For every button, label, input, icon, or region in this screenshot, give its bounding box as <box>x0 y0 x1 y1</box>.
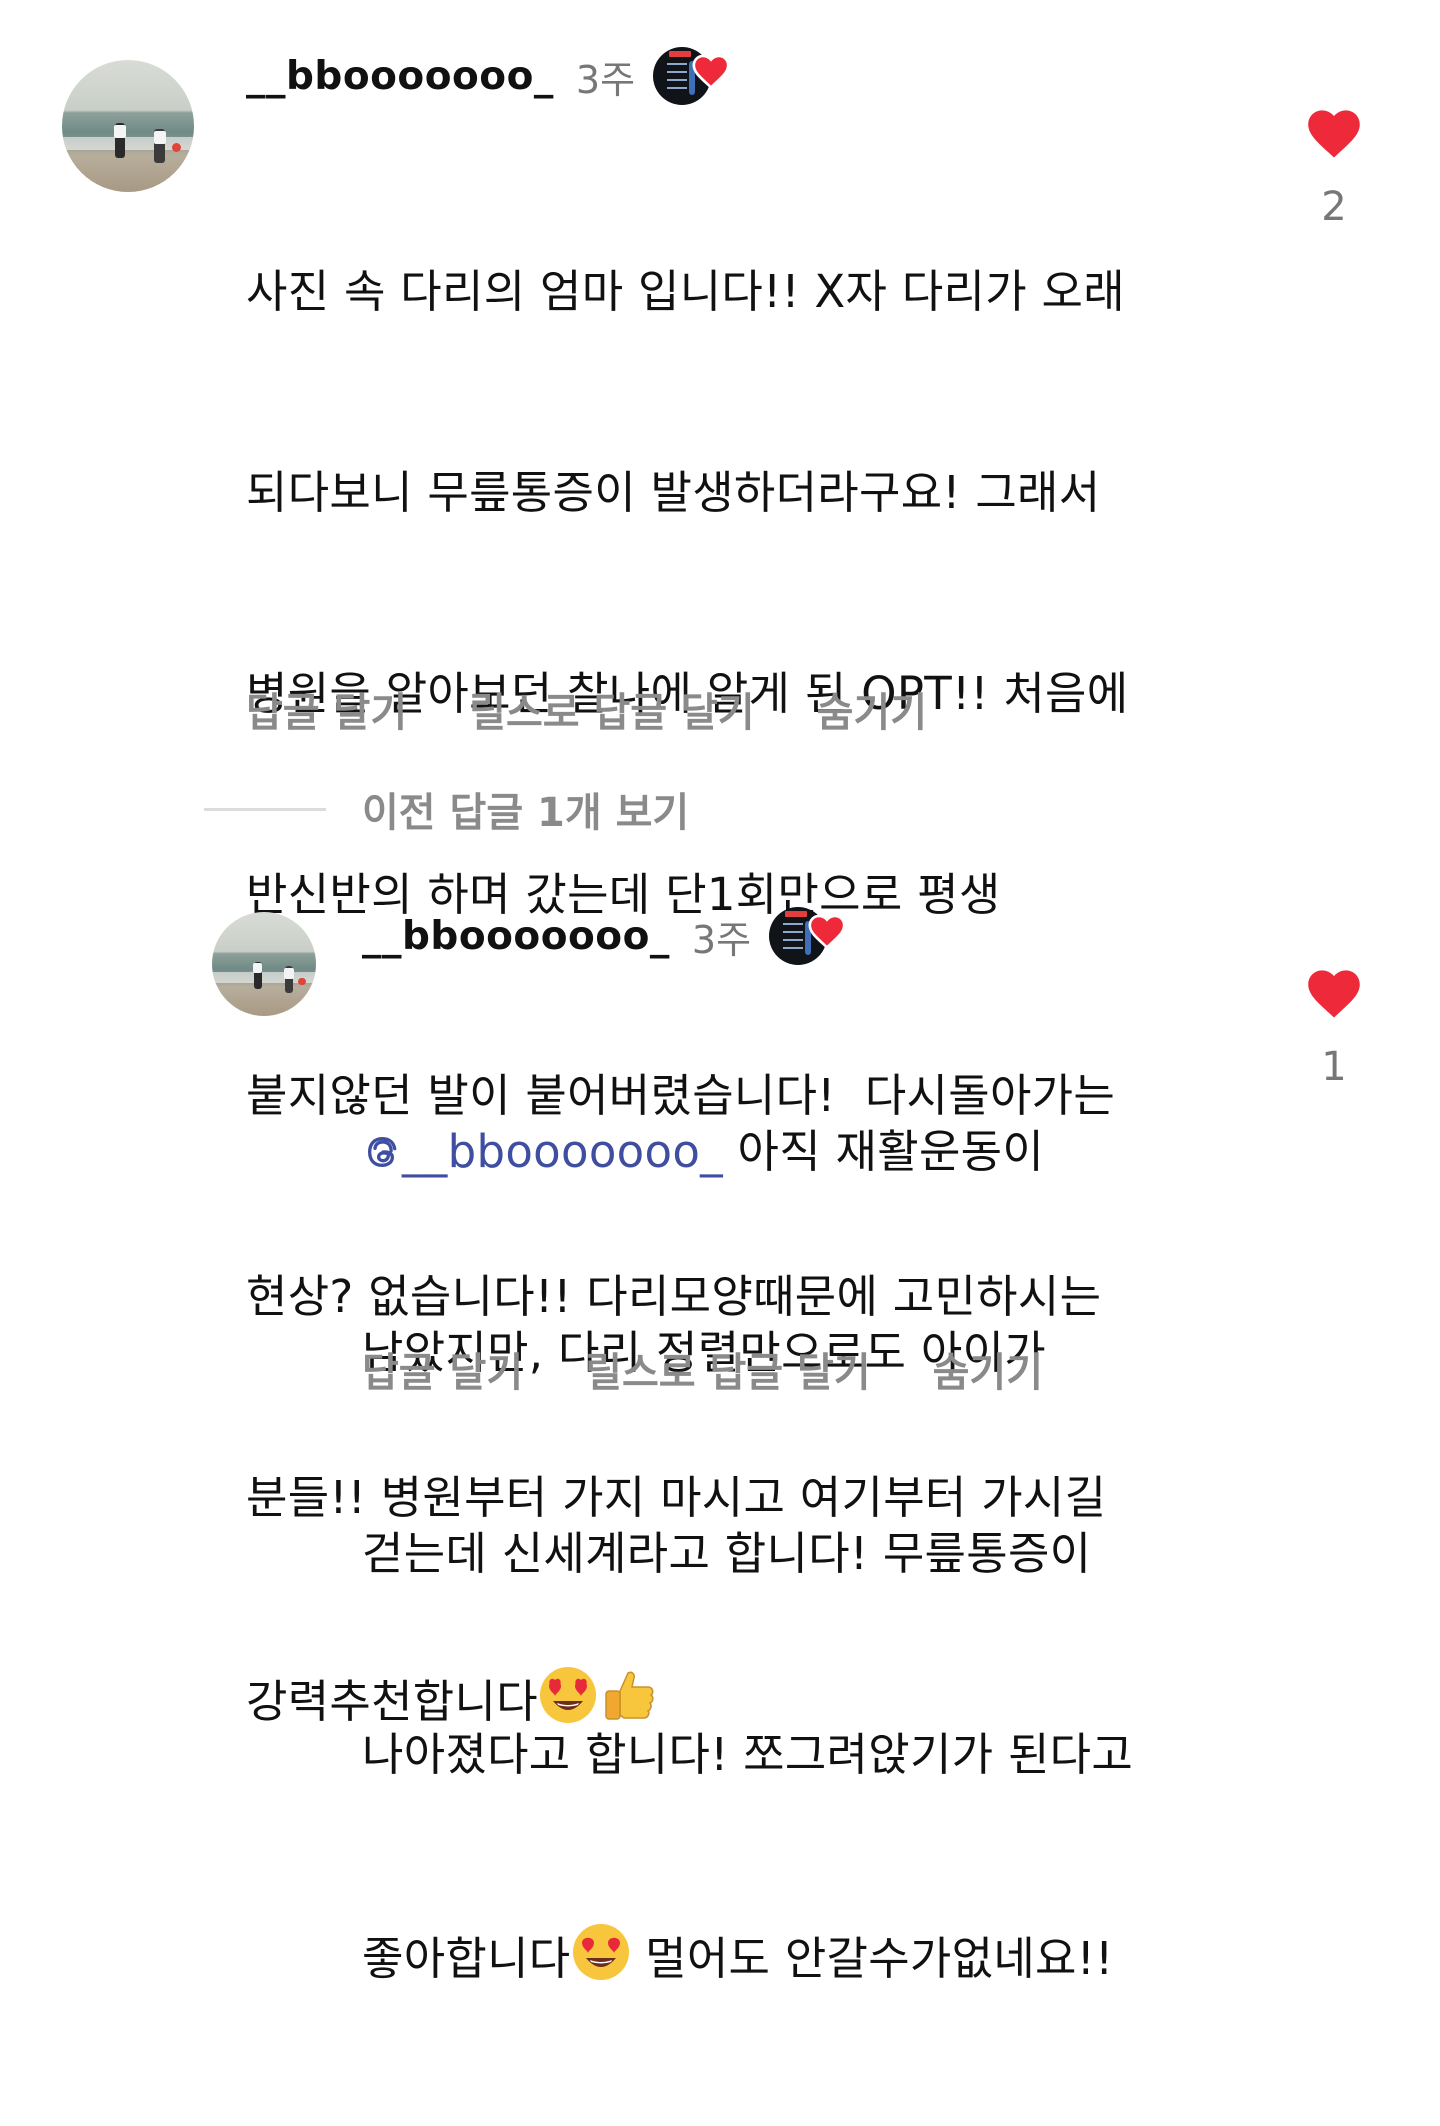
reels-reply-button[interactable]: 릴스로 답글 달기 <box>469 680 754 738</box>
like-count: 1 <box>1321 1044 1347 1090</box>
comment-body: __bbooooooo_ 아직 재활운동이 남았지만, 다리 정렬만으로도 아이… <box>362 984 1133 2126</box>
like-button[interactable]: 2 <box>1304 106 1364 230</box>
avatar[interactable] <box>62 60 194 192</box>
like-count: 2 <box>1321 184 1347 230</box>
reply-button[interactable]: 답글 달기 <box>362 1340 523 1398</box>
comment-line: 걷는데 신세계라고 합니다! 무릎통증이 <box>362 1527 1092 1580</box>
like-button[interactable]: 1 <box>1304 966 1364 1090</box>
comment-line: 멀어도 안갈수가없네요!! <box>630 1932 1114 1985</box>
hide-button[interactable]: 숨기기 <box>817 680 927 738</box>
creator-liked-badge-icon <box>653 47 730 105</box>
reels-reply-button[interactable]: 릴스로 답글 달기 <box>585 1340 870 1398</box>
hide-button[interactable]: 숨기기 <box>933 1340 1043 1398</box>
creator-liked-badge-icon <box>769 907 846 965</box>
threads-mention-icon <box>367 1136 397 1168</box>
comment-line-first: __bbooooooo_ 아직 재활운동이 <box>362 1118 1133 1185</box>
comment-actions: 답글 달기 릴스로 답글 달기 숨기기 <box>246 680 989 738</box>
comment-line: 나아졌다고 합니다! 쪼그려앉기가 된다고 <box>362 1728 1134 1781</box>
username[interactable]: __bbooooooo_ <box>362 914 670 959</box>
view-previous-replies[interactable]: 이전 답글 1개 보기 <box>204 780 689 838</box>
heart-icon <box>1308 970 1360 1018</box>
mention-username[interactable]: __bbooooooo_ <box>402 1125 723 1178</box>
comment-actions: 답글 달기 릴스로 답글 달기 숨기기 <box>362 1340 1105 1398</box>
comment-line: 좋아합니다 <box>362 1932 571 1985</box>
timestamp: 3주 <box>691 917 752 962</box>
divider <box>204 807 326 811</box>
comment-header: __bbooooooo_ 3주 <box>362 904 846 968</box>
comment-line: 되다보니 무릎통증이 발생하더라구요! 그래서 <box>246 466 1101 519</box>
heart-eyes-emoji <box>572 1924 629 1980</box>
heart-icon <box>1308 110 1360 158</box>
heart-icon <box>692 54 730 89</box>
comment-header: __bbooooooo_ 3주 <box>246 44 730 108</box>
timestamp: 3주 <box>575 57 636 102</box>
comment-line-last: 좋아합니다 멀어도 안갈수가없네요!! <box>362 1922 1133 1992</box>
comment-line: 사진 속 다리의 엄마 입니다!! X자 다리가 오래 <box>246 265 1125 318</box>
view-previous-replies-label[interactable]: 이전 답글 1개 보기 <box>362 780 689 838</box>
mention-link[interactable]: __bbooooooo_ <box>362 1125 723 1178</box>
reply-button[interactable]: 답글 달기 <box>246 680 407 738</box>
comment-line: 아직 재활운동이 <box>722 1125 1045 1178</box>
username[interactable]: __bbooooooo_ <box>246 54 554 99</box>
avatar[interactable] <box>212 912 316 1016</box>
heart-icon <box>808 914 846 949</box>
